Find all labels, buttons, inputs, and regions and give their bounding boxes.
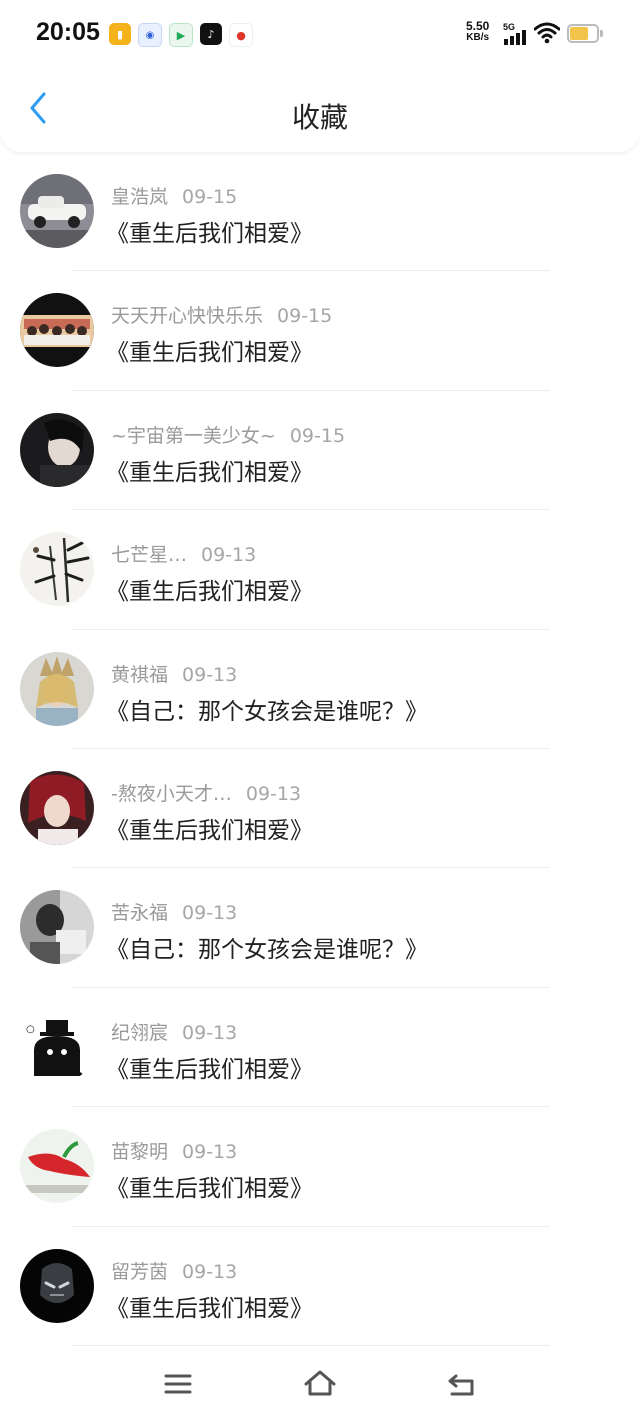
date: 09-15 [182,186,238,208]
item-title[interactable]: 《重生后我们相爱》 [106,1289,313,1323]
avatar[interactable] [20,532,94,607]
date: 09-15 [289,424,346,447]
status-bar: 20:05 ▮ ◉ ▶ ♪ ● 5.50 KB/s 5G [0,0,640,70]
item-title[interactable]: 《重生后我们相爱》 [106,453,313,487]
username[interactable]: 天天开心快快乐乐 [111,305,263,327]
avatar[interactable] [20,1248,94,1323]
username[interactable]: -熬夜小天才… [111,783,232,805]
favorites-list: 皇浩岚 09-15 《重生后我们相爱》 天天开心快快乐乐 09-15 《重生后我们相… [0,152,640,1346]
video-app-icon: ▶ [169,23,193,47]
tiktok-icon: ♪ [200,23,222,45]
avatar[interactable] [20,770,94,845]
date: 09-13 [182,663,238,686]
item-title[interactable]: 《重生后我们相爱》 [106,214,313,248]
username[interactable]: 皇浩岚 [111,186,168,208]
username[interactable]: 黄祺福 [111,664,168,686]
item-title[interactable]: 《重生后我们相爱》 [106,1050,313,1084]
avatar[interactable] [20,293,94,368]
wifi-icon [534,22,560,44]
username[interactable]: 七芒星… [111,544,187,566]
avatar[interactable]: ○ [20,1009,94,1084]
home-button[interactable] [300,1364,340,1404]
date: 09-13 [182,1021,238,1044]
status-time: 20:05 [36,18,100,46]
date: 09-13 [182,1260,238,1283]
item-title[interactable]: 《重生后我们相爱》 [106,1169,313,1203]
username[interactable]: 苗黎明 [111,1141,168,1163]
battery-icon [567,24,603,43]
back-icon [448,1374,474,1396]
avatar[interactable] [20,174,94,248]
avatar[interactable] [20,890,94,965]
item-title[interactable]: 《重生后我们相爱》 [106,811,313,845]
list-item[interactable]: 苦永福 09-13 《自己：那个女孩会是谁呢？》 [0,868,640,988]
date: 09-13 [201,544,257,567]
menu-icon [164,1374,192,1394]
network-type-label: 5G [503,22,515,32]
home-icon [304,1370,336,1396]
list-item[interactable]: 皇浩岚 09-15 《重生后我们相爱》 [0,152,640,272]
notes-app-icon: ▮ [109,23,131,45]
baidu-icon: ◉ [138,23,162,47]
back-nav-button[interactable] [442,1364,482,1404]
list-item[interactable]: 天天开心快快乐乐 09-15 《重生后我们相爱》 [0,271,640,391]
cellular-signal-icon: 5G [503,22,526,45]
avatar[interactable] [20,1129,94,1204]
avatar[interactable] [20,651,94,726]
date: 09-13 [182,902,238,925]
system-nav-bar [0,1350,640,1422]
item-title[interactable]: 《自己：那个女孩会是谁呢？》 [106,692,428,726]
list-item[interactable]: ○ 纪翎宸 09-13 《重生后我们相爱》 [0,988,640,1108]
list-item[interactable]: 七芒星… 09-13 《重生后我们相爱》 [0,510,640,630]
list-item[interactable]: -熬夜小天才… 09-13 《重生后我们相爱》 [0,749,640,869]
menu-button[interactable] [158,1364,198,1404]
list-item[interactable]: 黄祺福 09-13 《自己：那个女孩会是谁呢？》 [0,630,640,749]
list-item[interactable]: 留芳茵 09-13 《重生后我们相爱》 [0,1227,640,1346]
date: 09-13 [182,1141,238,1164]
list-item[interactable]: ~宇宙第一美少女~ 09-15 《重生后我们相爱》 [0,391,640,511]
item-title[interactable]: 《重生后我们相爱》 [106,333,313,367]
battery-level [570,27,588,40]
divider [72,1344,550,1346]
page-title: 收藏 [291,101,348,134]
network-speed: 5.50 KB/s [466,19,490,43]
map-app-icon: ● [229,23,253,47]
list-item[interactable]: 苗黎明 09-13 《重生后我们相爱》 [0,1107,640,1227]
app-header: 收藏 [0,70,640,152]
item-title[interactable]: 《自己：那个女孩会是谁呢？》 [106,930,428,964]
date: 09-15 [277,305,333,328]
notification-icons: ▮ ◉ ▶ ♪ ● [109,23,253,47]
avatar[interactable] [20,412,94,487]
username[interactable]: ~宇宙第一美少女~ [111,425,276,447]
svg-text:○: ○ [26,1024,35,1035]
username[interactable]: 纪翎宸 [111,1022,168,1044]
date: 09-13 [245,782,302,805]
username[interactable]: 苦永福 [111,902,168,924]
username[interactable]: 留芳茵 [111,1261,168,1283]
item-title[interactable]: 《重生后我们相爱》 [106,572,313,606]
